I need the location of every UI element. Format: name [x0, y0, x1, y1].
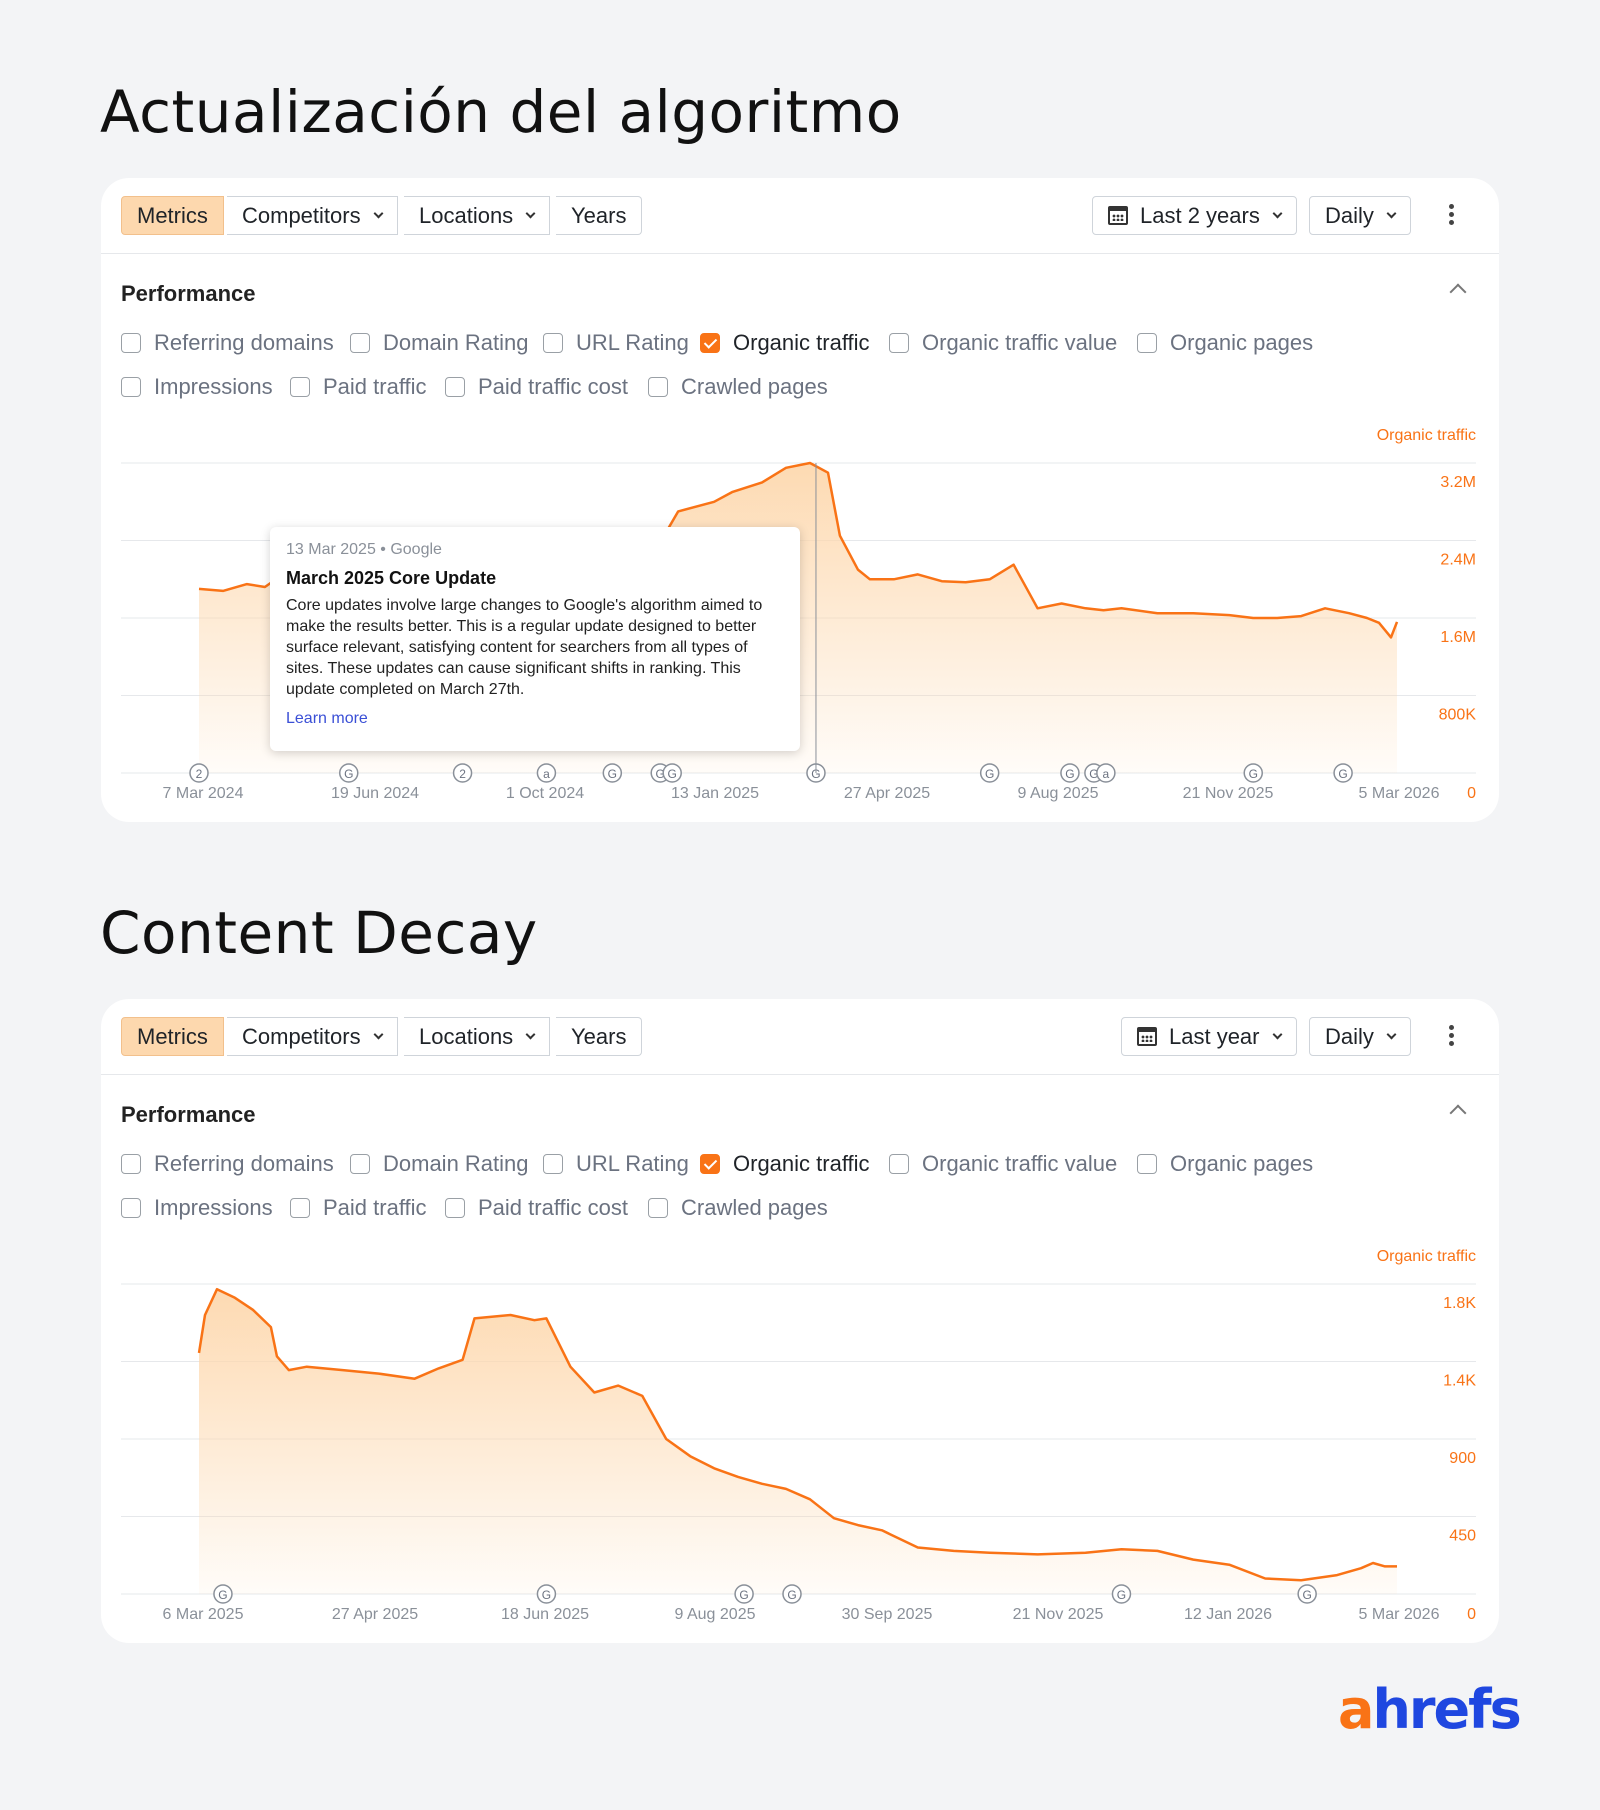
y-tick-label: 2.4M — [1440, 552, 1476, 569]
y-tick-label: 450 — [1449, 1528, 1476, 1545]
event-marker-label: G — [985, 767, 994, 781]
y-tick-label: 800K — [1439, 707, 1477, 724]
event-marker-label: G — [668, 767, 677, 781]
event-marker-label: G — [218, 1588, 227, 1602]
event-marker-label: G — [542, 1588, 551, 1602]
section-title-content-decay: Content Decay — [100, 899, 538, 967]
tooltip-meta: 13 Mar 2025 • Google — [286, 541, 442, 558]
event-marker-label: a — [543, 767, 550, 781]
x-tick-label: 19 Jun 2024 — [331, 785, 419, 802]
x-tick-label: 1 Oct 2024 — [506, 785, 584, 802]
x-tick-label: 7 Mar 2024 — [163, 785, 244, 802]
organic-traffic-chart: 0 450 900 1.4K 1.8K Organic traffic 6 Mar 2025… — [121, 1248, 1476, 1623]
event-marker-label: G — [608, 767, 617, 781]
event-marker-label: G — [1249, 767, 1258, 781]
x-tick-label: 5 Mar 2026 — [1359, 1606, 1440, 1623]
y-tick-label: 3.2M — [1440, 474, 1476, 491]
y-tick-label: 1.6M — [1440, 629, 1476, 646]
learn-more-link[interactable]: Learn more — [286, 710, 368, 728]
y-tick-label: 900 — [1449, 1450, 1476, 1467]
event-marker-label: 2 — [459, 767, 466, 781]
update-tooltip: 13 Mar 2025 • Google March 2025 Core Upd… — [270, 527, 800, 751]
x-tick-label: 18 Jun 2025 — [501, 1606, 589, 1623]
x-tick-label: 27 Apr 2025 — [844, 785, 930, 802]
series-label: Organic traffic — [1377, 427, 1476, 444]
y-tick-label: 0 — [1467, 785, 1476, 802]
section-title-algorithm: Actualización del algoritmo — [100, 78, 902, 146]
x-tick-label: 9 Aug 2025 — [1018, 785, 1099, 802]
y-tick-label: 1.8K — [1443, 1295, 1476, 1312]
event-marker-label: G — [787, 1588, 796, 1602]
event-marker-label: G — [1302, 1588, 1311, 1602]
x-tick-label: 21 Nov 2025 — [1183, 785, 1274, 802]
y-tick-label: 1.4K — [1443, 1373, 1476, 1390]
event-marker-label: a — [1103, 767, 1110, 781]
ahrefs-logo: ahrefs — [1338, 1678, 1522, 1741]
x-tick-label: 5 Mar 2026 — [1359, 785, 1440, 802]
event-marker-label: G — [344, 767, 353, 781]
event-marker-label: G — [739, 1588, 748, 1602]
x-tick-label: 27 Apr 2025 — [332, 1606, 418, 1623]
event-marker-label: G — [1338, 767, 1347, 781]
tooltip-body: Core updates involve large changes to Go… — [286, 597, 763, 698]
series-label: Organic traffic — [1377, 1248, 1476, 1265]
chart-panel-content-decay: Metrics Competitors Locations Years Last… — [101, 999, 1499, 1643]
y-tick-label: 0 — [1467, 1606, 1476, 1623]
x-tick-label: 12 Jan 2026 — [1184, 1606, 1272, 1623]
tooltip-title: March 2025 Core Update — [286, 568, 497, 588]
event-marker-label: 2 — [196, 767, 203, 781]
event-marker-label: G — [1065, 767, 1074, 781]
x-tick-label: 6 Mar 2025 — [163, 1606, 244, 1623]
x-tick-label: 9 Aug 2025 — [675, 1606, 756, 1623]
x-tick-label: 13 Jan 2025 — [671, 785, 759, 802]
series-area — [199, 1289, 1397, 1594]
event-marker-label: G — [1117, 1588, 1126, 1602]
x-tick-label: 21 Nov 2025 — [1013, 1606, 1104, 1623]
x-tick-label: 30 Sep 2025 — [842, 1606, 933, 1623]
